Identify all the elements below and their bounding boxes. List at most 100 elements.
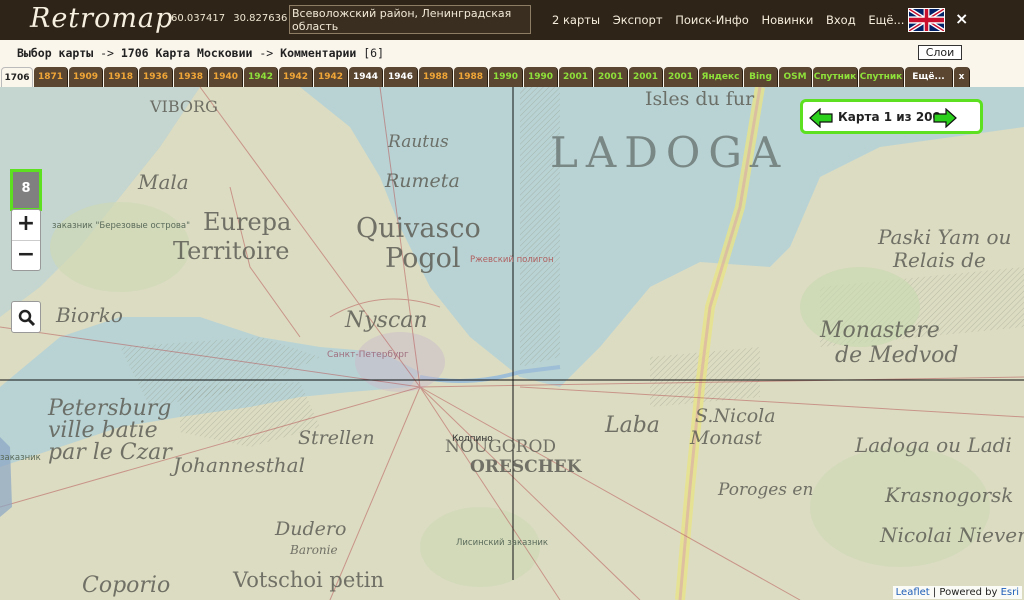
tab-6[interactable]: 1940 [209,67,243,87]
zoom-in-button[interactable]: + [12,210,40,240]
breadcrumb-bar: Выбор карты -> 1706 Карта Московии -> Ко… [0,40,1024,66]
map-label-spb: Санкт-Петербург [327,350,409,360]
map-label-pogol: Pogol [385,243,461,274]
map-label-quivasco: Quivasco [356,213,481,244]
tab-18[interactable]: 2001 [629,67,663,87]
breadcrumb-separator: -> [252,46,281,60]
tab-0[interactable]: 1706 [1,67,33,87]
tab-8[interactable]: 1942 [279,67,313,87]
map-label-porogesen: Poroges en [717,480,813,500]
attribution-text: | Powered by [929,587,1001,598]
map-label-paskiyam: Paski Yam ou [877,225,1011,249]
map-view[interactable]: LADOGA Isles du fur VIBORG Rautus Rumeta… [0,87,1024,600]
nav-news[interactable]: Новинки [761,13,813,27]
tab-7[interactable]: 1942 [244,67,278,87]
map-label-nicolai: Nicolai Nievers [879,523,1024,547]
tab-16[interactable]: 2001 [559,67,593,87]
uk-flag-icon[interactable] [908,8,945,32]
map-label-lisinsky: Лисинский заказник [456,538,548,548]
close-icon[interactable]: × [955,9,968,28]
tab-15[interactable]: 1990 [524,67,558,87]
map-label-demedvod: de Medvod [835,343,958,368]
tab-4[interactable]: 1936 [139,67,173,87]
map-label-nyscan: Nyscan [344,308,428,333]
map-label-isles: Isles du fur [645,88,755,110]
longitude-value: 30.827636 [233,13,288,24]
tab-3[interactable]: 1918 [104,67,138,87]
map-canvas[interactable]: LADOGA Isles du fur VIBORG Rautus Rumeta… [0,87,1024,600]
latitude-value: 60.037417 [171,13,226,24]
map-search-button[interactable] [11,301,41,333]
esri-link[interactable]: Esri [1001,587,1019,598]
map-label-viborg: VIBORG [149,97,218,116]
tab-9[interactable]: 1942 [314,67,348,87]
map-label-europa: Eurepa [203,208,291,236]
map-label-mala: Mala [137,170,189,194]
breadcrumb-comments[interactable]: Комментарии [280,46,356,60]
map-label-zakaznik: заказник "Березовые острова" [52,221,190,231]
nav-two-maps[interactable]: 2 карты [552,13,600,27]
tab-21[interactable]: Bing [744,67,778,87]
leaflet-link[interactable]: Leaflet [896,587,930,598]
tab-10[interactable]: 1944 [349,67,383,87]
tab-23[interactable]: Спутник [813,67,858,87]
map-label-parleczar: par le Czar [48,440,173,465]
nav-export[interactable]: Экспорт [613,13,663,27]
map-label-rumeta: Rumeta [384,170,460,192]
top-bar: Retromap 60.037417 30.827636 Всеволожски… [0,0,1024,40]
next-arrow-icon[interactable] [933,108,957,128]
zoom-level-indicator: 8 [10,169,42,211]
breadcrumb-map-title[interactable]: 1706 Карта Московии [121,46,253,60]
zoom-out-button[interactable]: − [12,241,40,271]
prev-arrow-icon[interactable] [809,108,833,128]
tab-22[interactable]: OSM [779,67,812,87]
tab-26[interactable]: x [954,67,970,87]
tab-14[interactable]: 1990 [489,67,523,87]
map-label-baronie: Baronie [289,543,338,557]
map-label-ladoga: LADOGA [550,128,788,177]
map-attribution: Leaflet | Powered by Esri [892,586,1022,599]
coordinates-readout: 60.037417 30.827636 [171,13,292,24]
nav-search-info[interactable]: Поиск-Инфо [675,13,749,27]
map-label-rautus: Rautus [387,132,449,152]
map-tabs: 1706 1871 1909 1918 1936 1938 1940 1942 1942 1942… [0,66,1024,87]
tab-5[interactable]: 1938 [174,67,208,87]
breadcrumb: Выбор карты -> 1706 Карта Московии -> Ко… [17,46,384,60]
nav-login[interactable]: Вход [826,13,856,27]
map-label-kolpino: Колпино [452,434,493,444]
map-label-ladogaladi: Ladoga ou Ladi [854,433,1012,457]
map-label-laba: Laba [604,413,660,438]
tab-19[interactable]: 2001 [664,67,698,87]
map-label-relaisde: Relais de [892,248,986,272]
tab-13[interactable]: 1988 [454,67,488,87]
map-label-biorko: Biorko [55,303,123,327]
breadcrumb-select-map[interactable]: Выбор карты [17,46,93,60]
map-label-krasnogorsk: Krasnogorsk [884,483,1013,507]
magnifier-icon [18,309,36,327]
map-label-rzhev: Ржевский полигон [470,255,554,265]
map-label-snicola: S.Nicola [695,405,776,427]
breadcrumb-separator: -> [93,46,121,60]
zoom-control: + − [11,209,41,271]
comment-count: [6] [356,46,385,60]
map-label-monast: Monast [689,427,762,449]
map-counter: Карта 1 из 200 [800,99,983,134]
tab-11[interactable]: 1946 [384,67,418,87]
location-field[interactable]: Всеволожский район, Ленинградская област… [289,5,531,34]
tab-1[interactable]: 1871 [34,67,68,87]
map-label-oreschek: ORESCHEK [470,457,583,477]
top-nav: 2 карты Экспорт Поиск-Инфо Новинки Вход … [552,13,913,27]
map-label-territoire: Territoire [173,237,289,265]
tab-20[interactable]: Яндекс [699,67,743,87]
nav-more[interactable]: Ещё... [868,13,904,27]
map-label-votschoi: Votschoi petin [232,568,384,592]
layers-button[interactable]: Слои [918,45,962,60]
map-label-johannesthal: Johannesthal [169,453,305,477]
tab-12[interactable]: 1988 [419,67,453,87]
tab-17[interactable]: 2001 [594,67,628,87]
tab-25[interactable]: Ещё... [905,67,953,87]
tab-2[interactable]: 1909 [69,67,103,87]
logo[interactable]: Retromap [30,3,173,34]
map-label-dudero: Dudero [274,518,346,540]
tab-24[interactable]: Спутник [859,67,904,87]
